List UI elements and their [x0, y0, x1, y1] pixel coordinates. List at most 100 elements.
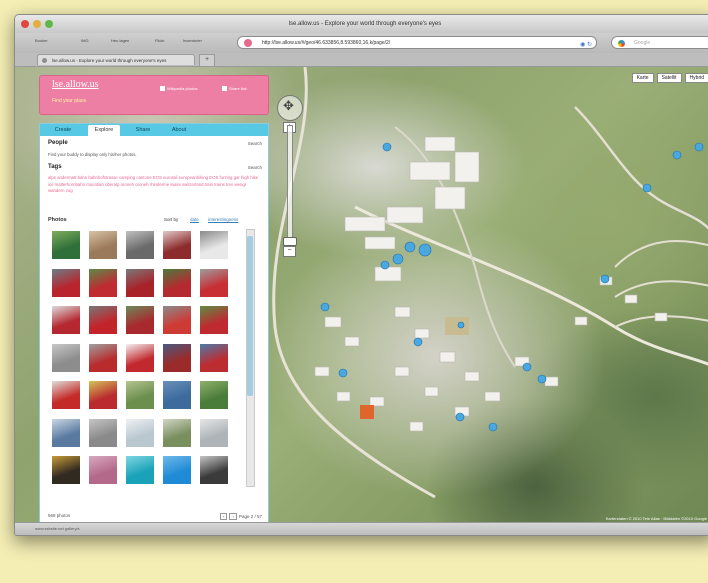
photo-thumbnail[interactable] — [163, 268, 191, 297]
site-logo[interactable]: lse.allow.us — [52, 79, 99, 90]
photo-thumbnail[interactable] — [89, 381, 117, 409]
title-bar: lse.allow.us - Explore your world throug… — [15, 15, 708, 33]
tab-about[interactable]: About — [164, 125, 194, 136]
photo-thumbnail[interactable] — [126, 268, 154, 297]
pan-control-icon[interactable] — [277, 95, 303, 121]
photo-thumbnail[interactable] — [52, 268, 80, 297]
tags-search-link[interactable]: Search — [248, 165, 262, 170]
photo-thumbnail[interactable] — [200, 343, 228, 372]
toolbar-button-5[interactable]: Inventorier — [183, 38, 202, 43]
zoom-out-button[interactable]: − — [283, 246, 296, 257]
tab-explore[interactable]: Explore — [88, 125, 120, 136]
photo-thumbnail[interactable] — [52, 381, 80, 409]
toolbar-button-3[interactable]: Heu lagen — [111, 38, 129, 43]
photos-title: Photos — [48, 217, 67, 223]
photo-thumbnail[interactable] — [52, 231, 80, 259]
wikipedia-photos-link[interactable]: Wikipedia photos — [160, 86, 197, 91]
photo-thumbnail[interactable] — [89, 343, 117, 372]
photo-thumbnail[interactable] — [163, 306, 191, 334]
photo-thumbnail[interactable] — [163, 343, 191, 372]
photo-thumbnail[interactable] — [126, 456, 154, 484]
status-bar: www.ssbsite.net gallery/s — [15, 522, 708, 535]
photo-thumbnail[interactable] — [200, 418, 228, 447]
map-type-buttons: Karte Satellit Hybrid — [631, 73, 708, 83]
photo-thumbnail[interactable] — [163, 381, 191, 409]
pager: ‹ › Page 2 / 57 — [219, 513, 262, 520]
photo-thumbnail[interactable] — [89, 306, 117, 334]
toolbar-button-1[interactable]: Bookm — [35, 38, 47, 43]
checkbox-icon[interactable] — [160, 86, 165, 91]
photo-thumbnail[interactable] — [89, 456, 117, 484]
address-text: http://lse.allow.us/#/geo/46.633856,8.59… — [262, 40, 391, 46]
photo-scrollbar-thumb[interactable] — [247, 236, 253, 396]
photo-count: 568 photos — [48, 513, 71, 518]
minimize-window-button[interactable] — [33, 20, 41, 28]
photo-thumbnail[interactable] — [126, 381, 154, 409]
window-title: lse.allow.us - Explore your world throug… — [288, 21, 442, 27]
photo-thumbnail[interactable] — [200, 381, 228, 409]
site-header: lse.allow.us Find your place Wikipedia p… — [39, 75, 269, 115]
zoom-slider[interactable] — [287, 125, 293, 247]
sort-interestingness-link[interactable]: interestingness — [208, 217, 238, 222]
tab-strip: lse.allow.us - Explore your world throug… — [15, 53, 708, 67]
close-window-button[interactable] — [21, 20, 29, 28]
sort-date-link[interactable]: date — [190, 217, 199, 222]
toolbar-button-4[interactable]: Flickr — [155, 38, 165, 43]
photo-thumbnail[interactable] — [126, 231, 154, 259]
photo-thumbnail[interactable] — [200, 456, 228, 484]
photo-thumbnail[interactable] — [126, 343, 154, 372]
tab-close-icon[interactable] — [42, 58, 47, 63]
people-search-link[interactable]: Search — [248, 141, 262, 146]
browser-tab[interactable]: lse.allow.us - Explore your world throug… — [37, 54, 195, 65]
zoom-slider-handle[interactable] — [283, 237, 297, 246]
prev-page-button[interactable]: ‹ — [219, 513, 228, 520]
google-icon — [618, 40, 625, 47]
tagline-link[interactable]: Find your place — [52, 98, 86, 104]
photo-thumbnail[interactable] — [126, 418, 154, 447]
photo-thumbnail[interactable] — [163, 231, 191, 259]
photo-thumbnail[interactable] — [163, 456, 191, 484]
browser-toolbar: Bookm IMG Heu lagen Flickr Inventorier h… — [15, 33, 708, 54]
photo-thumbnail[interactable] — [126, 306, 154, 334]
photo-thumbnail[interactable] — [200, 231, 228, 259]
photo-thumbnail[interactable] — [200, 268, 228, 297]
photo-thumbnail[interactable] — [89, 418, 117, 447]
browser-window: lse.allow.us - Explore your world throug… — [14, 14, 708, 536]
photo-thumbnail[interactable] — [89, 231, 117, 259]
map-view[interactable]: Karte Satellit Hybrid + − Kartendaten © … — [15, 67, 708, 523]
site-favicon-icon — [244, 39, 252, 47]
link-icon — [222, 86, 227, 91]
next-page-button[interactable]: › — [229, 513, 237, 520]
map-button-satellit[interactable]: Satellit — [656, 73, 682, 83]
map-button-karte[interactable]: Karte — [631, 73, 654, 83]
tab-label: lse.allow.us - Explore your world throug… — [52, 58, 167, 63]
photo-thumbnail[interactable] — [200, 306, 228, 334]
rss-icon[interactable]: ◉ ↻ — [580, 39, 592, 52]
photo-thumbnail[interactable] — [89, 268, 117, 297]
photo-thumbnail[interactable] — [163, 418, 191, 447]
panel-footer: 568 photos ‹ › Page 2 / 57 — [48, 513, 262, 520]
map-button-hybrid[interactable]: Hybrid — [684, 73, 708, 83]
photo-thumbnail[interactable] — [52, 306, 80, 334]
wikipedia-photos-label: Wikipedia photos — [167, 86, 198, 91]
zoom-window-button[interactable] — [45, 20, 53, 28]
search-field[interactable]: Google — [611, 36, 708, 49]
panel-tabs: Create Explore Share About — [40, 124, 268, 136]
toolbar-button-2[interactable]: IMG — [81, 38, 89, 43]
new-tab-button[interactable]: + — [199, 54, 215, 67]
tag-cloud[interactable]: alps andermatt bahn bahnhofstrasse campi… — [48, 175, 260, 195]
photo-thumbnail[interactable] — [52, 456, 80, 484]
photo-thumbnail[interactable] — [52, 343, 80, 372]
address-bar[interactable]: http://lse.allow.us/#/geo/46.633856,8.59… — [237, 36, 597, 49]
people-description: Find your buddy to display only his/her … — [48, 152, 137, 157]
photos-header: Photos Sort by date interestingness — [48, 217, 262, 225]
share-link-label: Share link — [229, 86, 247, 91]
sort-by-label: Sort by — [164, 217, 179, 222]
photo-thumbnail[interactable] — [52, 418, 80, 447]
tab-create[interactable]: Create — [48, 125, 78, 136]
tab-share[interactable]: Share — [130, 125, 156, 136]
search-placeholder: Google — [634, 40, 651, 46]
map-credit: Kartendaten © 2010 Tele Atlas · Bilddate… — [605, 516, 707, 521]
explore-panel: Create Explore Share About People Search… — [39, 123, 269, 523]
share-link[interactable]: Share link — [222, 86, 247, 91]
